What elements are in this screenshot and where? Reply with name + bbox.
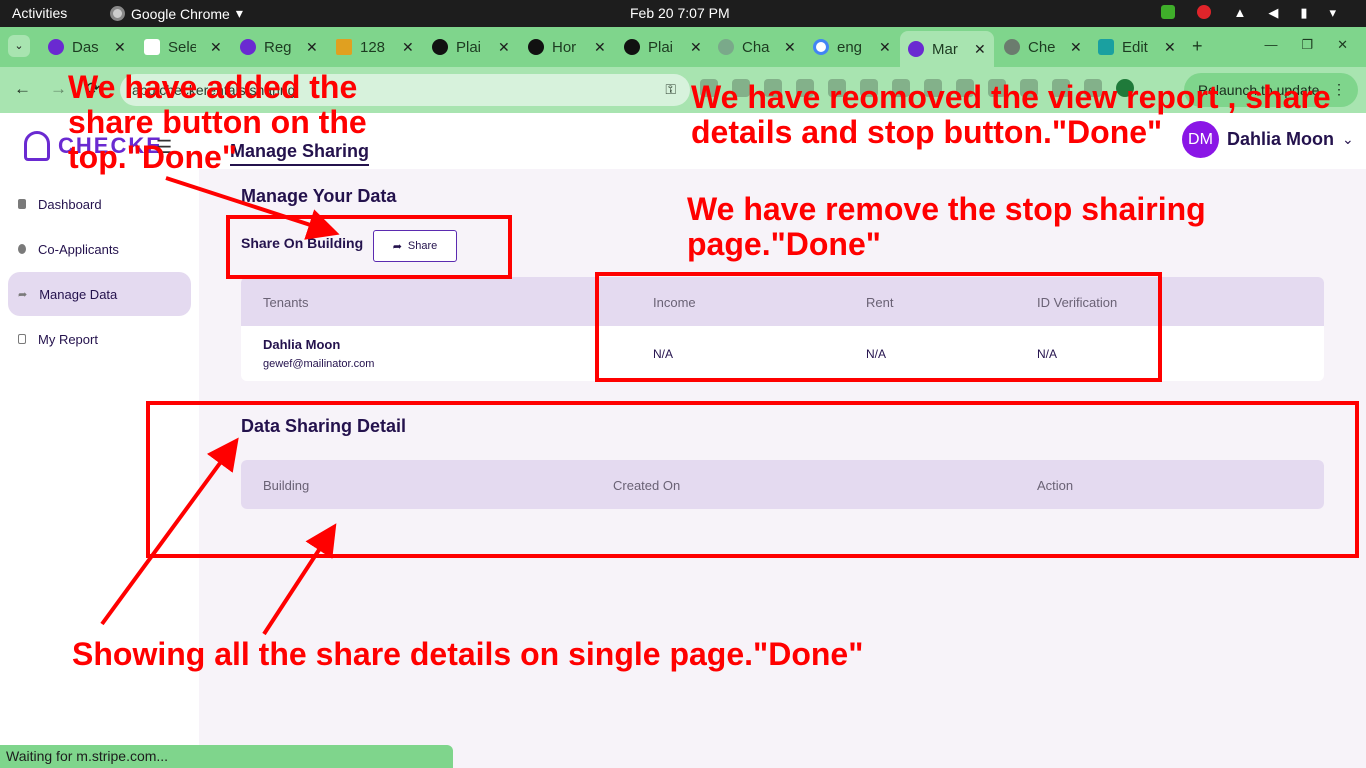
tab-favicon-icon [1004, 39, 1020, 55]
clock[interactable]: Feb 20 7:07 PM [630, 5, 730, 21]
update-indicator-icon[interactable] [1161, 5, 1176, 19]
tab-label: Cha [742, 38, 770, 56]
tab-close-icon[interactable]: ✕ [690, 39, 702, 56]
tab-search-icon[interactable]: ⌄ [8, 35, 30, 57]
tab-label: Mar [932, 40, 958, 58]
app-name: Google Chrome [131, 5, 230, 22]
tab-label: eng [837, 38, 863, 56]
tab-favicon-icon [908, 41, 924, 57]
tab-label: Plai [648, 38, 674, 56]
tab-close-icon[interactable]: ✕ [402, 39, 414, 56]
dnd-icon[interactable] [1197, 5, 1212, 19]
activities-button[interactable]: Activities [12, 5, 67, 21]
system-tray[interactable]: ▲ ◀ ▮ ▾ [1161, 5, 1336, 21]
document-icon [18, 199, 26, 209]
tab-favicon-icon [813, 39, 829, 55]
tab-label: Das [72, 38, 99, 56]
tab-close-icon[interactable]: ✕ [974, 41, 986, 58]
tab[interactable]: Plai ✕ [624, 34, 702, 60]
tab-close-icon[interactable]: ✕ [784, 39, 796, 56]
battery-icon[interactable]: ▮ [1300, 5, 1307, 21]
annotation-box-share [226, 215, 512, 279]
tab-favicon-icon [432, 39, 448, 55]
tab-label: Sele [168, 38, 196, 56]
sidebar-item-label: Co-Applicants [38, 241, 119, 257]
app-menu-caret-icon: ▾ [235, 5, 243, 21]
password-key-icon[interactable]: ⚿ [665, 81, 676, 98]
tab-close-icon[interactable]: ✕ [594, 39, 606, 56]
chevron-down-icon[interactable]: ⌄ [1342, 131, 1354, 148]
tab[interactable]: Hor ✕ [528, 34, 606, 60]
tab-close-icon[interactable]: ✕ [879, 39, 891, 56]
tab-close-icon[interactable]: ✕ [1070, 39, 1082, 56]
tab-favicon-icon [528, 39, 544, 55]
annotation-box-detail [146, 401, 1359, 558]
tab[interactable]: Sele ✕ [144, 34, 222, 60]
annotation-removed-view: We have reomoved the view report , share… [691, 79, 1331, 150]
back-button[interactable]: ← [14, 79, 31, 99]
tab-close-icon[interactable]: ✕ [210, 39, 222, 56]
tab-close-icon[interactable]: ✕ [1164, 39, 1176, 56]
tab-label: Reg [264, 38, 292, 56]
tab[interactable]: Edit ✕ [1098, 34, 1176, 60]
tab-favicon-icon [144, 39, 160, 55]
tab[interactable]: Plai ✕ [432, 34, 510, 60]
close-window-button[interactable]: ✕ [1337, 37, 1348, 53]
tab[interactable]: Reg ✕ [240, 34, 318, 60]
tenant-email: gewef@mailinator.com [263, 358, 375, 370]
app-menu[interactable]: Google Chrome ▾ [110, 5, 243, 22]
chrome-icon [110, 6, 125, 21]
tab-close-icon[interactable]: ✕ [114, 39, 126, 56]
annotation-single-page: Showing all the share details on single … [72, 636, 864, 672]
tab-favicon-icon [624, 39, 640, 55]
tab-favicon-icon [240, 39, 256, 55]
annotation-box-columns [595, 272, 1162, 382]
tab-label: 128 [360, 38, 386, 56]
section-title: Manage Your Data [241, 186, 397, 206]
tab[interactable]: 128 ✕ [336, 34, 414, 60]
tab-label: Plai [456, 38, 482, 56]
tab-label: Che [1028, 38, 1056, 56]
sidebar-item-label: My Report [38, 331, 98, 347]
tab-label: Edit [1122, 38, 1148, 56]
tab-favicon-icon [718, 39, 734, 55]
volume-icon[interactable]: ◀ [1268, 5, 1278, 21]
tab-close-icon[interactable]: ✕ [306, 39, 318, 56]
sidebar-item-my-report[interactable]: My Report [8, 317, 191, 361]
fingerprint-logo-icon [24, 131, 50, 161]
annotation-removed-stop: We have remove the stop shairing page."D… [687, 191, 1206, 262]
chrome-menu-icon[interactable]: ⋮ [1332, 81, 1346, 98]
tenant-name: Dahlia Moon [263, 337, 341, 352]
os-top-bar: Activities Google Chrome ▾ Feb 20 7:07 P… [0, 0, 1366, 27]
sidebar-item-label: Manage Data [39, 286, 118, 302]
tab-strip: ⌄ Das ✕ Sele ✕ Reg ✕ 128 ✕ Plai ✕ Hor ✕ … [0, 27, 1366, 67]
tab-favicon-icon [1098, 39, 1114, 55]
tab-favicon-icon [48, 39, 64, 55]
sidebar-item-dashboard[interactable]: Dashboard [8, 182, 191, 226]
header-tenants: Tenants [263, 295, 309, 310]
sidebar-item-co-applicants[interactable]: Co-Applicants [8, 227, 191, 271]
annotation-share-added: We have added the share button on the to… [68, 69, 367, 175]
status-bar: Waiting for m.stripe.com... [0, 745, 453, 768]
user-icon [18, 244, 26, 254]
window-controls: — ❐ ✕ [1264, 37, 1348, 53]
sidebar-item-manage-data[interactable]: ➦ Manage Data [8, 272, 191, 316]
forward-button[interactable]: → [50, 79, 67, 99]
tab[interactable]: Che ✕ [1004, 34, 1082, 60]
share-icon: ➦ [18, 288, 28, 301]
tab-close-icon[interactable]: ✕ [498, 39, 510, 56]
tab-favicon-icon [336, 39, 352, 55]
wifi-icon[interactable]: ▲ [1233, 5, 1246, 21]
tab[interactable]: eng ✕ [813, 34, 891, 60]
report-icon [18, 334, 26, 344]
tab[interactable]: Cha ✕ [718, 34, 796, 60]
maximize-button[interactable]: ❐ [1301, 37, 1313, 53]
tab-active[interactable]: Mar ✕ [900, 31, 994, 67]
minimize-button[interactable]: — [1264, 37, 1277, 53]
tab[interactable]: Das ✕ [48, 34, 126, 60]
tab-label: Hor [552, 38, 577, 56]
sidebar-item-label: Dashboard [38, 196, 102, 212]
tray-menu-icon[interactable]: ▾ [1329, 5, 1336, 21]
new-tab-button[interactable]: + [1192, 36, 1203, 57]
